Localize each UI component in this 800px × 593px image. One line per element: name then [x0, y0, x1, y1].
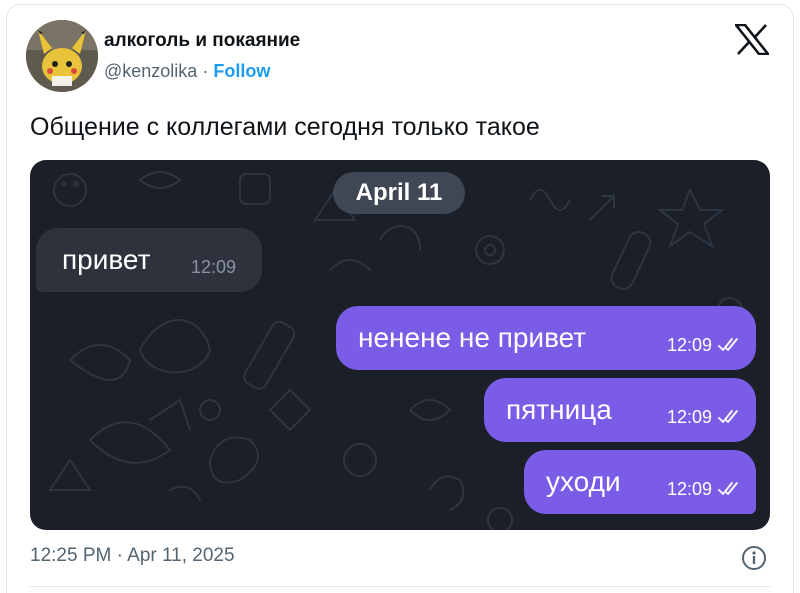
avatar-image — [26, 20, 98, 92]
double-check-icon — [718, 410, 738, 423]
message-meta: 12:09 — [667, 407, 740, 428]
message-text: уходи — [546, 466, 621, 497]
info-icon[interactable] — [741, 545, 767, 571]
tweet-timestamp[interactable]: 12:25 PM · Apr 11, 2025 — [30, 545, 235, 567]
double-check-icon — [718, 338, 738, 351]
outgoing-message[interactable]: уходи 12:09 — [524, 450, 756, 514]
tweet-text: Общение с коллегами сегодня только такое — [30, 113, 540, 141]
message-text: пятница — [506, 394, 612, 425]
divider — [30, 586, 770, 587]
incoming-message[interactable]: привет 12:09 — [36, 228, 262, 292]
follow-button[interactable]: Follow — [213, 61, 270, 81]
outgoing-message[interactable]: пятница 12:09 — [484, 378, 756, 442]
separator-dot: · — [202, 61, 209, 81]
double-check-icon — [718, 482, 738, 495]
message-time: 12:09 — [666, 334, 712, 355]
message-time: 12:09 — [666, 406, 712, 427]
avatar[interactable] — [26, 20, 98, 92]
chat-screenshot[interactable]: April 11 привет 12:09 ненене не привет 1… — [30, 160, 770, 530]
outgoing-message[interactable]: ненене не привет 12:09 — [336, 306, 756, 370]
x-logo-icon[interactable] — [735, 24, 769, 55]
author-meta: @kenzolika · Follow — [104, 61, 270, 82]
date-separator: April 11 — [333, 172, 465, 214]
message-time: 12:09 — [190, 256, 236, 277]
message-text: привет — [62, 244, 151, 275]
message-time: 12:09 — [666, 478, 712, 499]
message-meta: 12:09 — [667, 479, 740, 500]
message-text: ненене не привет — [358, 322, 587, 353]
author-handle[interactable]: @kenzolika — [104, 61, 197, 81]
author-name[interactable]: алкоголь и покаяние — [104, 30, 300, 52]
message-meta: 12:09 — [667, 335, 740, 356]
